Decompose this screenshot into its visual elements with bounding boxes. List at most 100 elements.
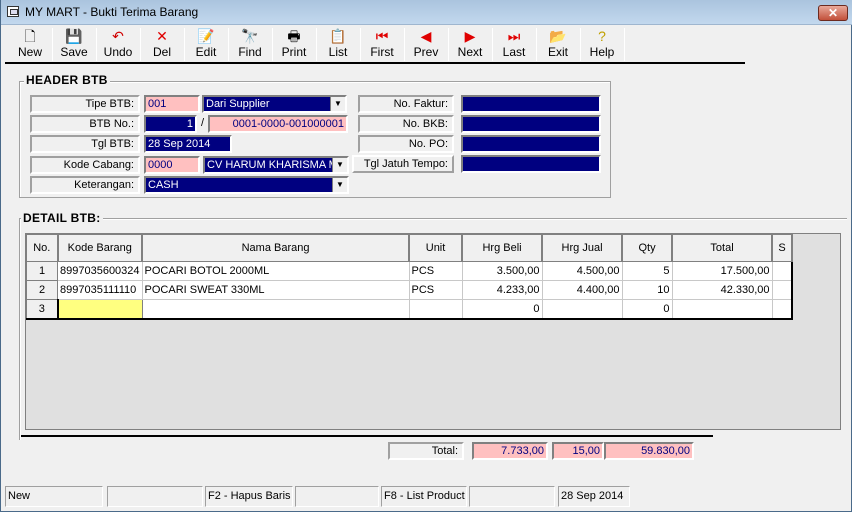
edit-button[interactable]: 📝 Edit [185,26,227,62]
status-hint-hapus-baris: F2 - Hapus Baris [205,486,293,507]
tipe-btb-label: Tipe BTB: [30,95,140,113]
del-label: Del [152,45,171,59]
header-btb-title: HEADER BTB [24,73,110,87]
no-bkb-field[interactable] [461,115,601,133]
col-header-hrg-beli[interactable]: Hrg Beli [461,234,544,262]
print-icon: 🖶 [287,28,301,44]
tipe-btb-select[interactable]: Dari Supplier ▼ [202,95,347,113]
last-button[interactable]: ⏭ Last [493,26,535,62]
prev-button[interactable]: ◀ Prev [405,26,447,62]
list-label: List [328,45,348,59]
prev-label: Prev [413,45,439,59]
undo-label: Undo [103,45,133,59]
undo-button[interactable]: ↶ Undo [97,26,139,62]
save-icon: 💾 [65,28,83,44]
totals-divider [21,435,713,437]
cell-nama-barang[interactable]: POCARI BOTOL 2000ML [141,261,410,281]
kode-cabang-code-field[interactable]: 0000 [144,156,200,174]
close-button[interactable]: ✕ [818,5,848,21]
cell-total[interactable]: 17.500,00 [671,261,773,281]
find-button[interactable]: 🔭 Find [229,26,271,62]
help-button[interactable]: ? Help [581,26,623,62]
total-amount-field: 59.830,00 [604,442,694,460]
status-bar: New F2 - Hapus Baris F8 - List Product 2… [5,486,849,508]
kode-cabang-select[interactable]: CV HARUM KHARISMA M ▼ [203,156,349,174]
chevron-down-icon[interactable]: ▼ [330,97,345,111]
status-panel-empty-1 [107,486,203,507]
cell-qty[interactable]: 0 [621,299,673,319]
first-label: First [370,45,394,59]
exit-button[interactable]: 📂 Exit [537,26,579,62]
table-row[interactable]: 1 8997035600324 POCARI BOTOL 2000ML PCS … [26,261,793,281]
no-faktur-field[interactable] [461,95,601,113]
status-date: 28 Sep 2014 [558,486,630,507]
col-header-unit[interactable]: Unit [408,234,464,262]
tipe-btb-code-field[interactable]: 001 [144,95,200,113]
col-header-nama-barang[interactable]: Nama Barang [141,234,411,262]
status-mode: New [5,486,103,507]
cell-s[interactable] [771,299,793,319]
title-bar: MY MART - Bukti Terima Barang ✕ [1,0,852,25]
cell-no: 2 [26,280,58,300]
cell-total[interactable]: 42.330,00 [671,280,773,300]
cell-hrg-jual[interactable]: 4.500,00 [541,261,623,281]
chevron-down-icon[interactable]: ▼ [332,178,347,192]
cell-nama-barang[interactable]: POCARI SWEAT 330ML [141,280,410,300]
save-button[interactable]: 💾 Save [53,26,95,62]
table-row[interactable]: 3 0 0 [26,299,793,319]
col-header-no[interactable]: No. [26,234,59,262]
table-row[interactable]: 2 8997035111110 POCARI SWEAT 330ML PCS 4… [26,280,793,300]
col-header-qty[interactable]: Qty [621,234,674,262]
total-qty-field: 15,00 [552,442,604,460]
keterangan-select[interactable]: CASH ▼ [144,176,349,194]
cell-s[interactable] [771,280,793,300]
cell-kode-barang[interactable]: 8997035600324 [57,261,143,281]
main-window: MY MART - Bukti Terima Barang ✕ 🗋 New 💾 Sav… [0,0,852,512]
cell-unit[interactable]: PCS [408,261,463,281]
detail-grid[interactable]: No. Kode Barang Nama Barang Unit Hrg Bel… [25,233,841,430]
tgl-jatuh-tempo-label: Tgl Jatuh Tempo: [352,155,454,173]
status-panel-empty-2 [295,486,379,507]
detail-table: No. Kode Barang Nama Barang Unit Hrg Bel… [26,234,794,320]
col-header-total[interactable]: Total [671,234,774,262]
toolbar-separator [624,28,625,61]
col-header-s[interactable]: S [771,234,794,262]
list-button[interactable]: 📋 List [317,26,359,62]
col-header-kode-barang[interactable]: Kode Barang [57,234,144,262]
keterangan-label: Keterangan: [30,176,140,194]
cell-hrg-jual[interactable]: 4.400,00 [541,280,623,300]
tgl-btb-field[interactable]: 28 Sep 2014 [144,135,232,153]
cell-unit[interactable] [408,299,463,319]
new-label: New [17,45,42,59]
new-icon: 🗋 [24,28,36,44]
cell-unit[interactable]: PCS [408,280,463,300]
cell-s[interactable] [771,261,793,281]
col-header-hrg-jual[interactable]: Hrg Jual [541,234,624,262]
help-icon: ? [598,28,606,44]
kode-cabang-value: CV HARUM KHARISMA M [207,159,338,171]
last-label: Last [502,45,526,59]
del-button[interactable]: ✕ Del [141,26,183,62]
app-icon [7,6,19,17]
cell-kode-barang-active-input[interactable] [56,299,143,319]
chevron-down-icon[interactable]: ▼ [332,158,347,172]
cell-total[interactable] [671,299,773,319]
cell-hrg-beli[interactable]: 4.233,00 [461,280,543,300]
help-label: Help [589,45,615,59]
no-po-field[interactable] [461,135,601,153]
cell-hrg-beli[interactable]: 3.500,00 [461,261,543,281]
first-button[interactable]: ⏮ First [361,26,403,62]
cell-hrg-beli[interactable]: 0 [461,299,543,319]
print-button[interactable]: 🖶 Print [273,26,315,62]
new-button[interactable]: 🗋 New [9,26,51,62]
btb-full-number-field[interactable]: 0001-0000-001000001 [208,115,348,133]
cell-hrg-jual[interactable] [541,299,623,319]
tgl-jatuh-tempo-field[interactable] [461,155,601,173]
next-button[interactable]: ▶ Next [449,26,491,62]
cell-qty[interactable]: 5 [621,261,673,281]
tgl-btb-label: Tgl BTB: [30,135,140,153]
cell-nama-barang[interactable] [141,299,410,319]
cell-qty[interactable]: 10 [621,280,673,300]
btb-no-field[interactable]: 1 [144,115,197,133]
cell-kode-barang[interactable]: 8997035111110 [57,280,143,300]
